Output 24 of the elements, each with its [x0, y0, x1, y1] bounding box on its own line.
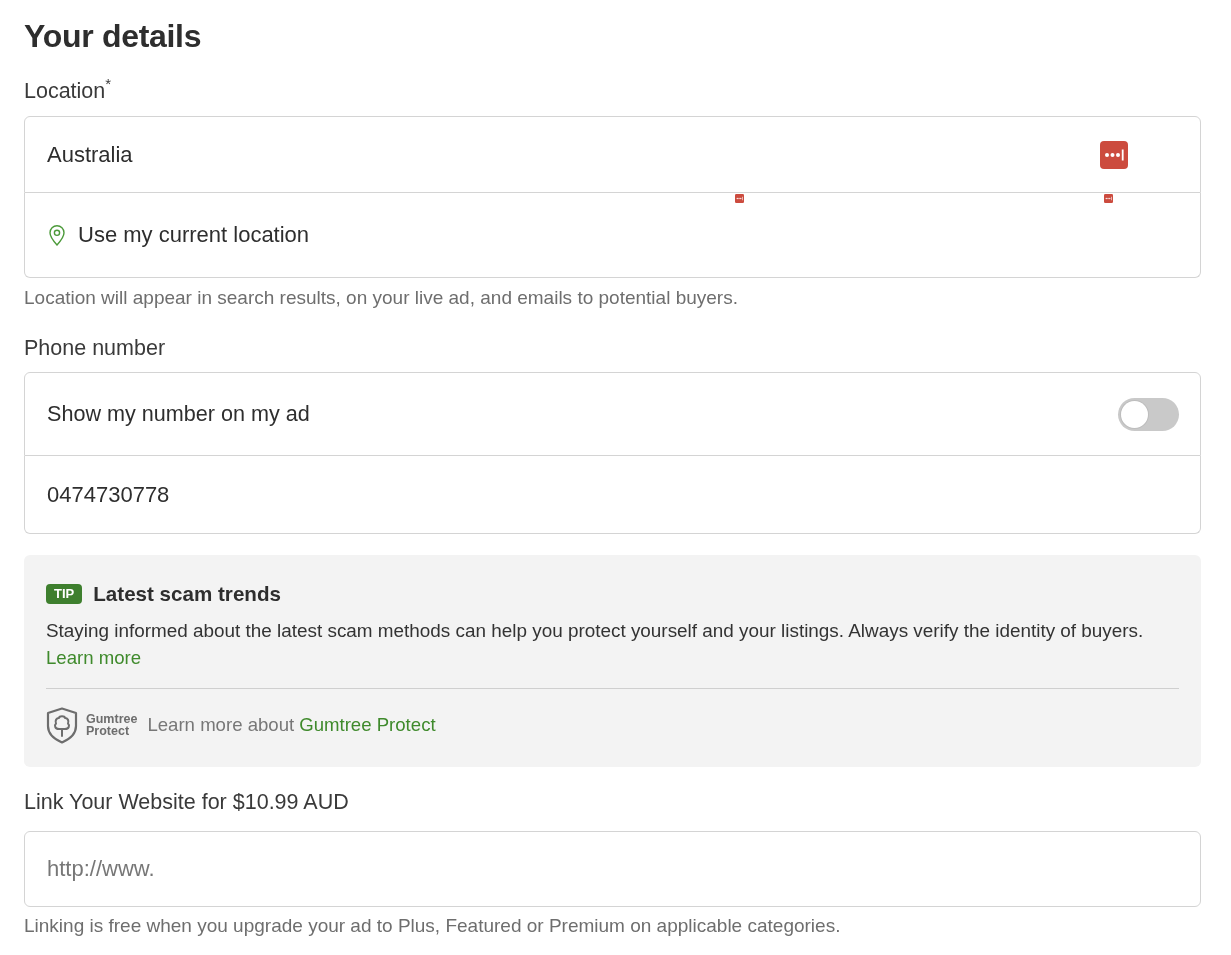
learn-more-link[interactable]: Learn more: [46, 644, 142, 671]
page-heading: Your details: [24, 17, 203, 55]
phone-label: Phone number: [24, 336, 167, 360]
current-location-button[interactable]: Use my current location: [24, 193, 1201, 278]
show-number-label: Show my number on my ad: [47, 401, 310, 427]
location-input[interactable]: Australia: [24, 116, 1201, 193]
password-dots-icon[interactable]: [1104, 194, 1113, 203]
password-dots-icon[interactable]: [1100, 141, 1128, 169]
password-dots-icon[interactable]: [735, 194, 744, 203]
website-input[interactable]: http://www.: [24, 831, 1201, 907]
protect-text: Learn more about: [147, 714, 295, 736]
website-label: Link Your Website for $10.99 AUD: [24, 790, 350, 814]
tip-badge: TIP: [46, 584, 83, 604]
logo-wordmark: Gumtree Protect: [86, 713, 138, 737]
location-label: Location$^{*}$: [24, 79, 113, 103]
tip-title: Latest scam trends: [93, 582, 281, 606]
show-number-toggle[interactable]: [1118, 397, 1179, 431]
tip-body-text: Staying informed about the latest scam methods can help you protect yourself and your listings. Always verify the identity of buyers.: [46, 619, 1145, 643]
shield-icon: [46, 706, 78, 744]
website-help-text: Linking is free when you upgrade your ad to Plus, Featured or Premium on applicable categories.: [24, 916, 842, 936]
phone-input[interactable]: 0474730778: [24, 456, 1201, 534]
map-pin-icon: [49, 224, 65, 246]
gumtree-protect-link[interactable]: Gumtree Protect: [299, 714, 436, 736]
location-help-text: Location will appear in search results, on your live ad, and emails to potential buyers.: [24, 288, 739, 308]
